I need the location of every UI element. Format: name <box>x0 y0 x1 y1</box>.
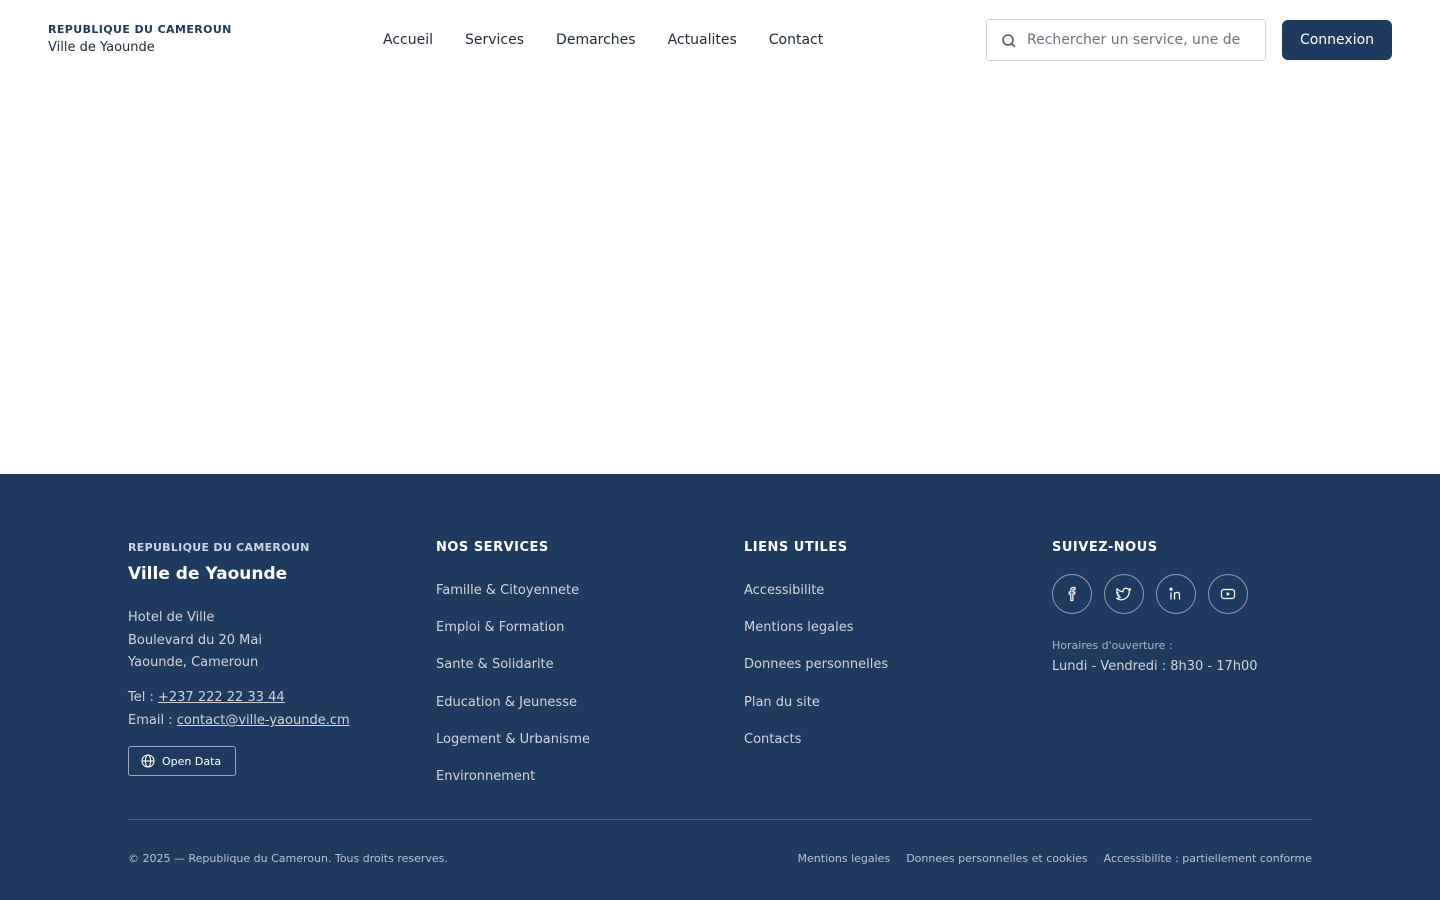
tel-label: Tel : <box>128 690 158 705</box>
open-data-button[interactable]: Open Data <box>128 746 236 776</box>
useful-link[interactable]: Donnees personnelles <box>744 657 888 672</box>
search-icon <box>1002 34 1016 48</box>
site-footer: REPUBLIQUE DU CAMEROUN Ville de Yaounde … <box>0 474 1440 900</box>
nav-contact[interactable]: Contact <box>769 30 823 50</box>
open-data-label: Open Data <box>162 754 222 768</box>
tel-link[interactable]: +237 222 22 33 44 <box>158 690 285 705</box>
services-list: Famille & Citoyennete Emploi & Formation… <box>436 579 590 802</box>
search-input[interactable] <box>1027 30 1241 50</box>
address-line: Boulevard du 20 Mai <box>128 632 262 648</box>
search-box[interactable] <box>986 19 1266 61</box>
links-heading: LIENS UTILES <box>744 540 848 555</box>
hours-label: Horaires d'ouverture : <box>1052 639 1173 652</box>
facebook-icon <box>1068 586 1076 602</box>
nav-accueil[interactable]: Accueil <box>383 30 433 50</box>
twitter-icon <box>1116 587 1132 601</box>
service-link[interactable]: Environnement <box>436 769 535 784</box>
login-button[interactable]: Connexion <box>1282 20 1392 60</box>
brand-country: REPUBLIQUE DU CAMEROUN <box>48 23 232 36</box>
copyright-text: © 2025 — Republique du Cameroun. Tous dr… <box>128 852 448 865</box>
main-nav: Accueil Services Demarches Actualites Co… <box>383 30 855 50</box>
legal-link-privacy[interactable]: Donnees personnelles et cookies <box>906 852 1087 865</box>
facebook-link[interactable] <box>1052 574 1092 614</box>
service-link[interactable]: Famille & Citoyennete <box>436 583 579 598</box>
footer-country: REPUBLIQUE DU CAMEROUN <box>128 541 310 554</box>
legal-link-accessibility[interactable]: Accessibilite : partiellement conforme <box>1104 852 1312 865</box>
service-link[interactable]: Education & Jeunesse <box>436 695 577 710</box>
globe-icon <box>141 754 155 768</box>
youtube-link[interactable] <box>1208 574 1248 614</box>
brand-logo[interactable]: REPUBLIQUE DU CAMEROUN Ville de Yaounde <box>48 23 232 57</box>
services-heading: NOS SERVICES <box>436 540 549 555</box>
useful-link[interactable]: Accessibilite <box>744 583 824 598</box>
email-label: Email : <box>128 713 177 728</box>
service-link[interactable]: Sante & Solidarite <box>436 657 554 672</box>
legal-link-mentions[interactable]: Mentions legales <box>798 852 891 865</box>
nav-actualites[interactable]: Actualites <box>668 30 737 50</box>
useful-link[interactable]: Plan du site <box>744 695 820 710</box>
useful-link[interactable]: Contacts <box>744 732 801 747</box>
useful-link[interactable]: Mentions legales <box>744 620 853 635</box>
brand-city: Ville de Yaounde <box>48 40 155 55</box>
email-link[interactable]: contact@ville-yaounde.cm <box>177 713 350 728</box>
footer-city: Ville de Yaounde <box>128 564 288 584</box>
service-link[interactable]: Emploi & Formation <box>436 620 564 635</box>
youtube-icon <box>1220 588 1236 600</box>
nav-services[interactable]: Services <box>465 30 524 50</box>
footer-address: Hotel de Ville Boulevard du 20 Mai Yaoun… <box>128 607 262 675</box>
footer-divider <box>128 819 1312 820</box>
opening-hours: Lundi - Vendredi : 8h30 - 17h00 <box>1052 659 1258 674</box>
service-link[interactable]: Logement & Urbanisme <box>436 732 590 747</box>
footer-contact: Tel : +237 222 22 33 44 Email : contact@… <box>128 686 350 732</box>
follow-heading: SUIVEZ-NOUS <box>1052 540 1158 555</box>
address-line: Hotel de Ville <box>128 610 215 625</box>
linkedin-icon <box>1169 587 1181 600</box>
nav-demarches[interactable]: Demarches <box>556 30 636 50</box>
site-header: REPUBLIQUE DU CAMEROUN Ville de Yaounde … <box>0 0 1440 80</box>
linkedin-link[interactable] <box>1156 574 1196 614</box>
twitter-link[interactable] <box>1104 574 1144 614</box>
legal-links: Mentions legales Donnees personnelles et… <box>798 852 1312 865</box>
address-line: Yaounde, Cameroun <box>128 655 259 670</box>
social-links <box>1052 574 1248 614</box>
useful-links-list: Accessibilite Mentions legales Donnees p… <box>744 579 888 765</box>
